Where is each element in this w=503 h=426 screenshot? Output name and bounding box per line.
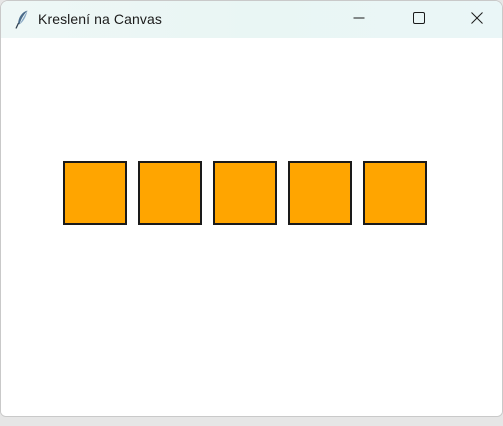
orange-square-2 bbox=[138, 161, 202, 225]
app-window: Kreslení na Canvas bbox=[0, 0, 503, 417]
feather-icon bbox=[13, 9, 31, 29]
maximize-icon bbox=[413, 11, 425, 29]
window-title: Kreslení na Canvas bbox=[38, 11, 162, 27]
minimize-icon bbox=[353, 11, 365, 29]
close-icon bbox=[471, 11, 483, 29]
orange-square-4 bbox=[288, 161, 352, 225]
close-button[interactable] bbox=[454, 1, 500, 38]
orange-square-1 bbox=[63, 161, 127, 225]
title-bar[interactable]: Kreslení na Canvas bbox=[1, 1, 502, 38]
minimize-button[interactable] bbox=[336, 1, 382, 38]
drawing-canvas[interactable] bbox=[1, 38, 502, 416]
maximize-button[interactable] bbox=[396, 1, 442, 38]
orange-square-5 bbox=[363, 161, 427, 225]
orange-square-3 bbox=[213, 161, 277, 225]
